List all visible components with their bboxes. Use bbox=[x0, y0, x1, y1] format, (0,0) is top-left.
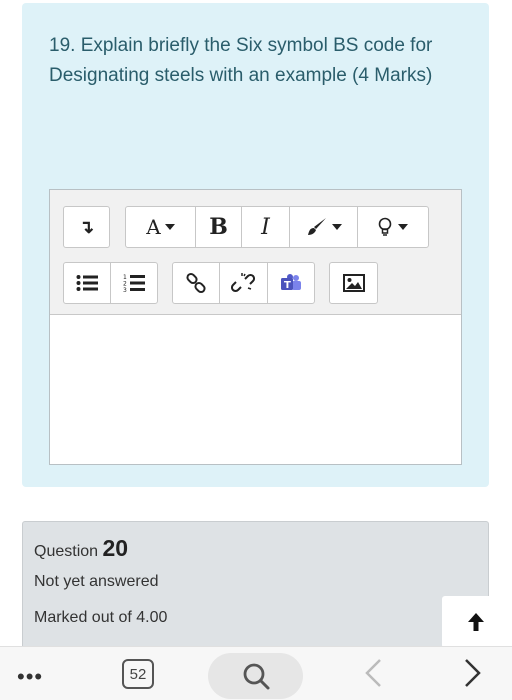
browser-bottom-bar: ••• 52 bbox=[0, 646, 512, 700]
search-button[interactable] bbox=[208, 653, 303, 699]
font-style-icon: A bbox=[146, 215, 161, 239]
bold-icon: B bbox=[209, 214, 228, 240]
list-group: 1 2 3 bbox=[63, 262, 158, 304]
question-label: Question bbox=[34, 543, 99, 560]
back-to-top-button[interactable] bbox=[442, 596, 509, 648]
back-button[interactable] bbox=[362, 657, 384, 694]
text-color-button[interactable] bbox=[290, 207, 358, 247]
unlink-button[interactable] bbox=[220, 263, 268, 303]
lightbulb-button[interactable] bbox=[358, 207, 428, 247]
teams-meeting-icon: T bbox=[280, 274, 301, 291]
font-style-button[interactable]: A bbox=[126, 207, 196, 247]
question-number: 20 bbox=[102, 535, 129, 561]
teams-meeting-button[interactable]: T bbox=[268, 263, 314, 303]
link-button[interactable] bbox=[173, 263, 221, 303]
italic-button[interactable]: I bbox=[242, 207, 290, 247]
page: 19. Explain briefly the Six symbol BS co… bbox=[0, 0, 512, 700]
bullet-list-button[interactable] bbox=[64, 263, 111, 303]
forward-button[interactable] bbox=[462, 657, 484, 694]
insert-image-button[interactable] bbox=[329, 262, 378, 304]
svg-text:T: T bbox=[284, 280, 291, 291]
chevron-down-icon bbox=[398, 224, 408, 230]
bold-button[interactable]: B bbox=[196, 207, 242, 247]
chevron-left-icon bbox=[365, 659, 381, 687]
svg-text:3: 3 bbox=[123, 287, 127, 293]
chevron-down-icon bbox=[331, 224, 342, 230]
numbered-list-button[interactable]: 1 2 3 bbox=[111, 263, 157, 303]
question-20-heading: Question 20 bbox=[34, 535, 128, 562]
lightbulb-icon bbox=[378, 217, 392, 236]
link-group: T bbox=[172, 262, 315, 304]
question-19-text: 19. Explain briefly the Six symbol BS co… bbox=[49, 35, 433, 86]
italic-icon: I bbox=[261, 214, 270, 240]
image-icon bbox=[342, 274, 365, 292]
rich-text-editor: ↴ A B I 1 2 3 T bbox=[49, 189, 462, 465]
link-icon bbox=[186, 272, 206, 294]
bullet-list-icon bbox=[76, 275, 98, 291]
answer-text-area[interactable] bbox=[50, 315, 461, 464]
collapse-toolbar-icon: ↴ bbox=[78, 216, 95, 237]
question-status: Not yet answered bbox=[34, 573, 159, 590]
question-max-mark: Marked out of 4.00 bbox=[34, 609, 168, 626]
brush-icon bbox=[307, 218, 326, 235]
unlink-icon bbox=[231, 273, 256, 293]
tabs-button[interactable]: 52 bbox=[122, 659, 154, 689]
question-20-info: Question 20 Not yet answered Marked out … bbox=[22, 521, 489, 661]
more-menu-icon[interactable]: ••• bbox=[17, 664, 43, 690]
chevron-down-icon bbox=[164, 224, 175, 230]
arrow-up-icon bbox=[467, 613, 484, 631]
chevron-right-icon bbox=[465, 659, 481, 687]
numbered-list-icon: 1 2 3 bbox=[123, 274, 145, 293]
question-19-formulation: 19. Explain briefly the Six symbol BS co… bbox=[22, 3, 489, 487]
editor-toolbar: ↴ A B I 1 2 3 T bbox=[50, 190, 461, 315]
collapse-toolbar-button[interactable]: ↴ bbox=[63, 206, 110, 248]
formatting-group: A B I bbox=[125, 206, 429, 248]
search-icon bbox=[243, 663, 269, 690]
